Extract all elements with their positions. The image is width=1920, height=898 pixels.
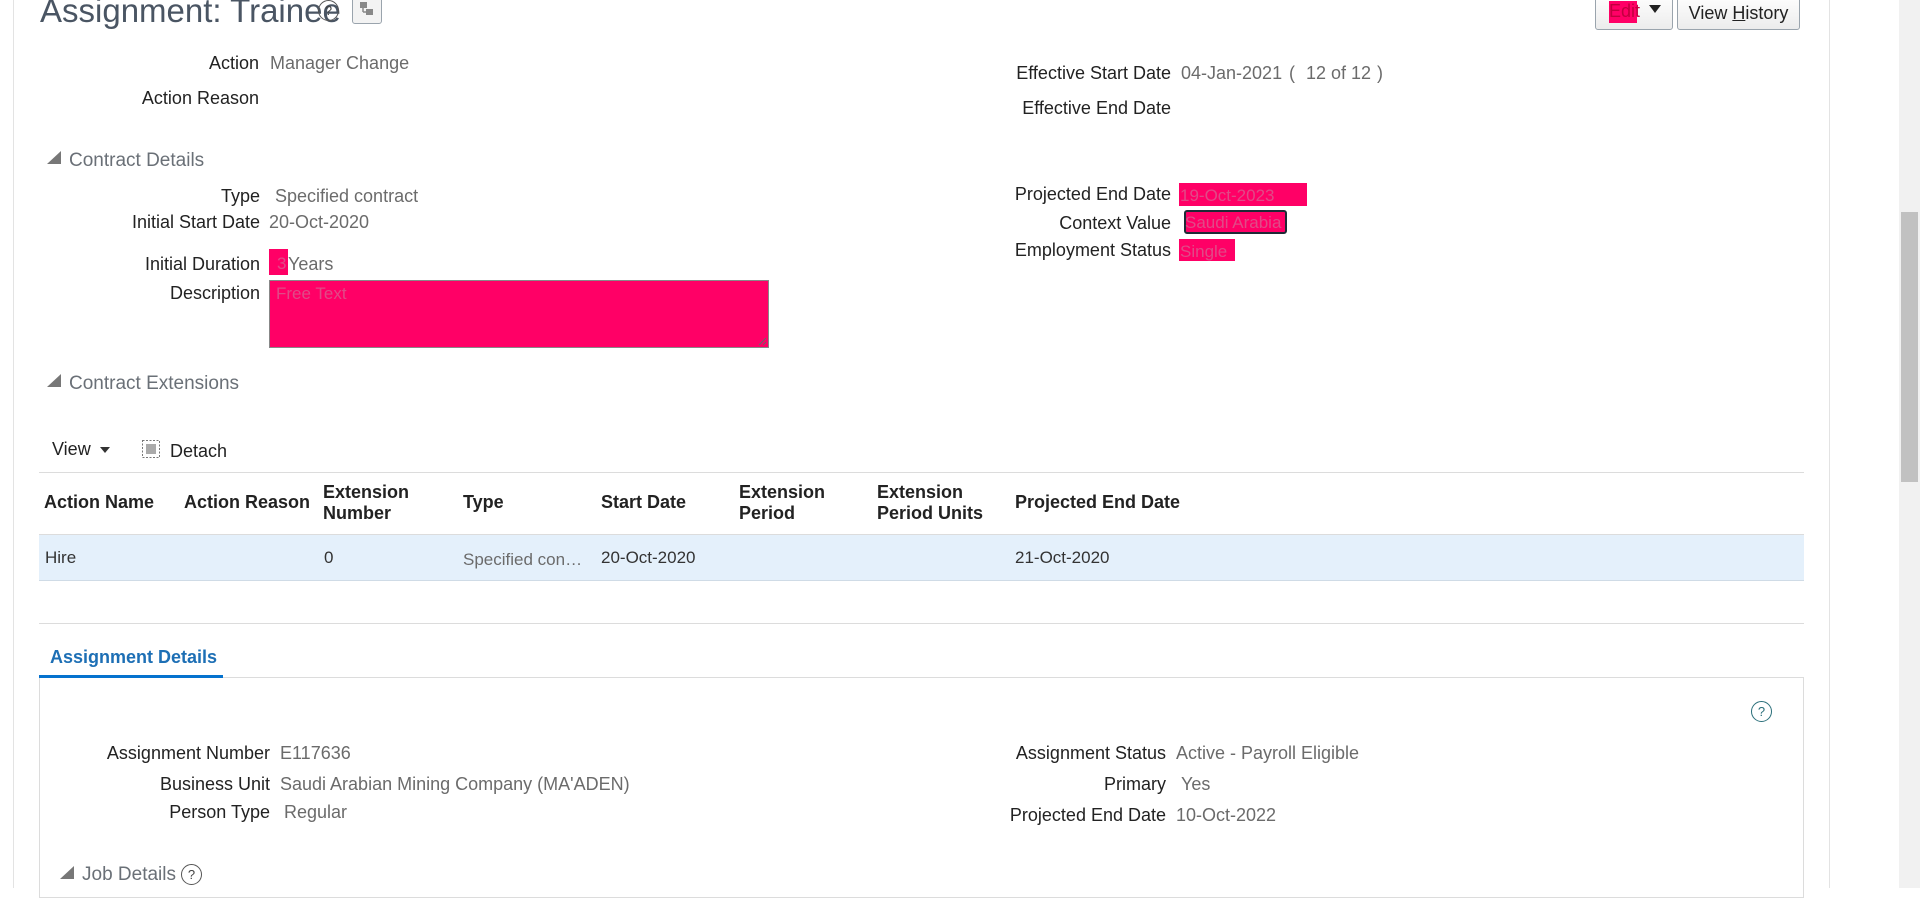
view-history-prefix: View — [1688, 3, 1733, 23]
action-reason-label: Action Reason — [141, 88, 259, 108]
view-menu[interactable]: View — [52, 439, 112, 460]
effective-start-label: Effective Start Date — [1016, 63, 1171, 83]
col-start-date[interactable]: Start Date — [601, 492, 686, 513]
table-row[interactable]: Hire 0 Specified con… 20-Oct-2020 21-Oct… — [39, 535, 1804, 581]
record-position: 12 of 12 — [1306, 63, 1372, 83]
contract-details-header[interactable]: Contract Details — [69, 150, 204, 172]
col-extension-number[interactable]: Extension Number — [323, 482, 409, 524]
primary-value: Yes — [1181, 774, 1211, 794]
help-icon[interactable]: ? — [1751, 701, 1772, 722]
contract-extensions-header[interactable]: Contract Extensions — [69, 373, 239, 395]
initial-start-label: Initial Start Date — [131, 212, 260, 232]
cell-action-name: Hire — [45, 548, 77, 567]
assignment-number-value: E117636 — [280, 743, 351, 763]
view-history-suffix: istory — [1745, 3, 1789, 23]
help-icon[interactable]: ? — [318, 0, 339, 21]
col-extension-number-line2: Number — [323, 503, 392, 523]
tree-view-button[interactable] — [352, 0, 382, 24]
contract-projected-end-label: Projected End Date — [1014, 184, 1171, 204]
col-type[interactable]: Type — [463, 492, 504, 513]
record-close-paren: ) — [1377, 63, 1383, 83]
contract-type-label: Type — [220, 186, 260, 206]
assignment-projected-end-label: Projected End Date — [1009, 805, 1166, 825]
context-value-value: Saudi Arabia — [1185, 213, 1282, 232]
col-extension-period[interactable]: Extension Period — [739, 482, 825, 524]
primary-label: Primary — [1104, 774, 1166, 794]
tab-assignment-details[interactable]: Assignment Details — [39, 643, 223, 678]
view-menu-label: View — [52, 439, 91, 459]
tab-assignment-details-label: Assignment Details — [50, 647, 218, 667]
section-divider — [39, 623, 1804, 624]
col-action-reason[interactable]: Action Reason — [184, 492, 310, 513]
scrollbar-thumb[interactable] — [1901, 212, 1918, 482]
help-icon-glyph: ? — [324, 3, 333, 18]
cell-projected-end-date: 21-Oct-2020 — [1015, 548, 1110, 567]
description-placeholder: Free Text — [276, 284, 347, 303]
cell-extension-number: 0 — [324, 548, 334, 567]
initial-duration-unit: Years — [288, 254, 334, 274]
collapse-triangle-icon[interactable] — [60, 866, 74, 879]
collapse-triangle-icon[interactable] — [47, 374, 61, 387]
help-icon-glyph: ? — [1757, 704, 1766, 719]
action-label: Action — [208, 53, 259, 73]
col-extension-period-line1: Extension — [739, 482, 826, 502]
col-projected-end-date[interactable]: Projected End Date — [1015, 492, 1180, 513]
page-title: Assignment: Trainee — [40, 0, 341, 29]
col-extension-period-line2: Period — [739, 503, 796, 523]
col-extension-period-units-line1: Extension — [877, 482, 964, 502]
panel-right-border — [1829, 0, 1830, 888]
business-unit-label: Business Unit — [159, 774, 270, 794]
job-details-header[interactable]: Job Details — [82, 864, 176, 886]
action-value: Manager Change — [270, 53, 410, 73]
contract-type-value: Specified contract — [275, 186, 419, 206]
employment-status-label: Employment Status — [1014, 240, 1171, 260]
record-open-paren: ( — [1289, 63, 1295, 83]
hierarchy-icon — [360, 2, 373, 15]
initial-start-value: 20-Oct-2020 — [269, 212, 370, 232]
col-extension-period-units-line2: Period Units — [877, 503, 984, 523]
contract-projected-end-value: 19-Oct-2023 — [1180, 186, 1275, 205]
toolbar-divider — [39, 472, 1804, 473]
description-label: Description — [169, 283, 260, 303]
view-history-mnemonic: H — [1732, 3, 1746, 23]
detach-label: Detach — [170, 441, 228, 461]
col-action-name[interactable]: Action Name — [44, 492, 154, 513]
cell-start-date: 20-Oct-2020 — [601, 548, 696, 567]
col-extension-period-units[interactable]: Extension Period Units — [877, 482, 983, 524]
collapse-triangle-icon[interactable] — [47, 151, 61, 164]
description-textarea[interactable]: Free Text — [269, 280, 769, 348]
detach-icon — [142, 440, 160, 458]
edit-menu-button[interactable]: Edit — [1595, 0, 1673, 30]
effective-start-value: 04-Jan-2021 — [1181, 63, 1283, 83]
person-type-label: Person Type — [169, 802, 270, 822]
view-history-button[interactable]: View History — [1677, 0, 1800, 30]
panel-left-border — [13, 0, 14, 888]
initial-duration-label: Initial Duration — [144, 254, 260, 274]
help-icon[interactable]: ? — [181, 864, 202, 885]
effective-end-label: Effective End Date — [1022, 98, 1171, 118]
help-icon-glyph: ? — [187, 867, 196, 882]
col-extension-number-line1: Extension — [323, 482, 410, 502]
resize-grip-icon[interactable] — [758, 337, 767, 346]
context-value-label: Context Value — [1059, 213, 1171, 233]
assignment-status-value: Active - Payroll Eligible — [1176, 743, 1360, 763]
detach-button[interactable]: Detach — [141, 439, 227, 462]
assignment-projected-end-value: 10-Oct-2022 — [1176, 805, 1277, 825]
edit-label: Edit — [1609, 1, 1641, 21]
caret-down-icon — [99, 447, 110, 453]
assignment-status-label: Assignment Status — [1015, 743, 1166, 763]
employment-status-value: Single — [1180, 242, 1228, 261]
cell-type: Specified con… — [463, 550, 583, 569]
initial-duration-value: 3 — [277, 254, 287, 273]
business-unit-value: Saudi Arabian Mining Company (MA'ADEN) — [280, 774, 630, 794]
caret-down-icon[interactable] — [1648, 3, 1662, 15]
assignment-number-label: Assignment Number — [106, 743, 270, 763]
person-type-value: Regular — [284, 802, 348, 822]
